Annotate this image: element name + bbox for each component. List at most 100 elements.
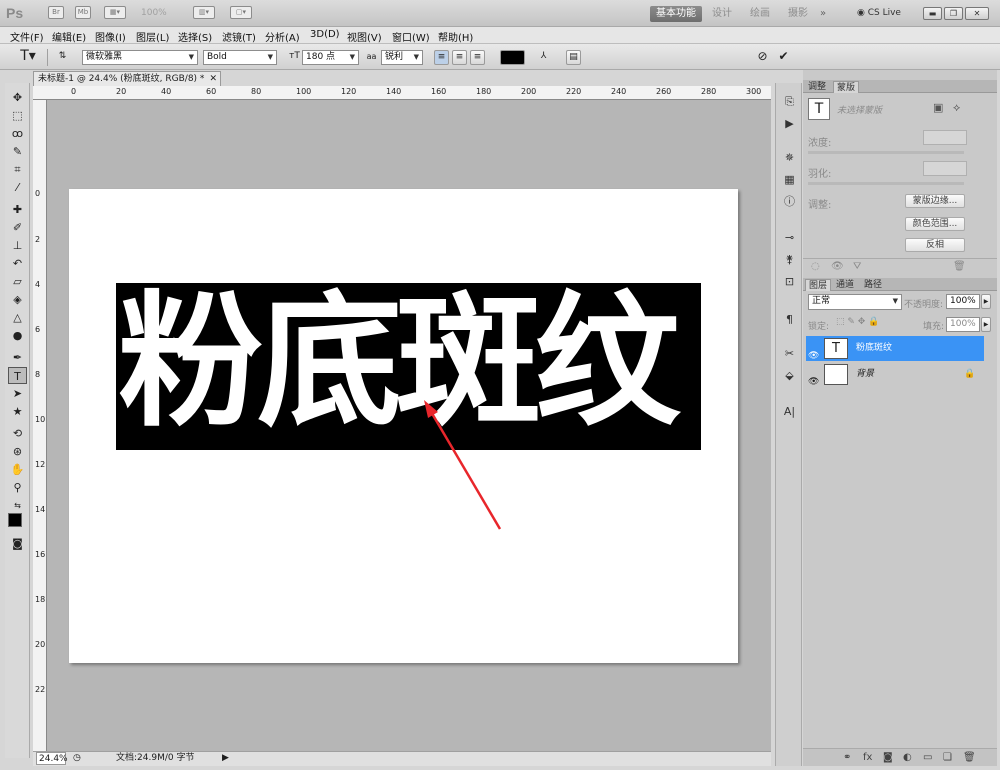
color-icon[interactable]: ✵ (781, 149, 798, 166)
menu-image[interactable]: 图像(I) (95, 29, 126, 44)
tab-channels[interactable]: 通道 (833, 279, 857, 291)
mask-edge-button[interactable]: 蒙版边缘... (905, 194, 965, 208)
eye-icon[interactable]: 👁 (808, 370, 819, 395)
hand-tool-icon[interactable]: ✋ (8, 461, 27, 478)
workspace-painting[interactable]: 绘画 (750, 6, 770, 22)
paint-bucket-tool-icon[interactable]: ◈ (8, 291, 27, 308)
blur-tool-icon[interactable]: △ (8, 309, 27, 326)
status-info-icon[interactable]: ◷ (73, 752, 81, 765)
marquee-tool-icon[interactable]: ⬚ (8, 107, 27, 124)
bridge-icon[interactable]: Br (48, 6, 64, 19)
status-zoom[interactable]: 24.4% (36, 752, 68, 765)
menu-help[interactable]: 帮助(H) (438, 29, 473, 44)
close-icon[interactable]: ✕ (209, 72, 217, 86)
move-tool-icon[interactable]: ✥ (8, 89, 27, 106)
layer-row-text[interactable]: 👁 T 粉底斑纹 (806, 336, 984, 361)
minimize-button[interactable]: ▬ (923, 7, 942, 20)
text-layer-content[interactable]: 粉底斑纹 (116, 283, 701, 450)
menu-layer[interactable]: 图层(L) (136, 29, 169, 44)
dodge-tool-icon[interactable]: ● (8, 327, 27, 344)
character-icon[interactable]: A| (781, 403, 798, 420)
align-center-button[interactable]: ≡ (452, 50, 467, 65)
menu-view[interactable]: 视图(V) (347, 29, 382, 44)
3d-orbit-tool-icon[interactable]: ⊛ (8, 443, 27, 460)
mini-bridge-icon[interactable]: Mb (75, 6, 91, 19)
apply-mask-icon[interactable]: ⛛ (853, 261, 861, 272)
cancel-edit-icon[interactable]: ⊘ (755, 50, 770, 65)
pen-tool-icon[interactable]: ✒ (8, 349, 27, 366)
tab-layers[interactable]: 图层 (805, 279, 832, 291)
layer-row-background[interactable]: 👁 背景 🔒 (806, 362, 984, 387)
workspace-essentials[interactable]: 基本功能 (650, 6, 702, 22)
zoom-tool-icon[interactable]: ⚲ (8, 479, 27, 496)
commit-edit-icon[interactable]: ✔ (776, 50, 791, 65)
info-icon[interactable]: ⓘ (781, 193, 798, 210)
brush-tool-icon[interactable]: ✐ (8, 219, 27, 236)
shape-tool-icon[interactable]: ★ (8, 403, 27, 420)
more-workspaces-icon[interactable]: » (820, 6, 826, 22)
3d-rotate-tool-icon[interactable]: ⟲ (8, 425, 27, 442)
blend-mode-select[interactable]: 正常 ▼ (808, 294, 902, 310)
path-select-tool-icon[interactable]: ➤ (8, 385, 27, 402)
density-slider[interactable] (808, 151, 964, 154)
crop-tool-icon[interactable]: ⌗ (8, 161, 27, 178)
fill-arrow-icon[interactable]: ▶ (981, 317, 991, 332)
trash-icon[interactable]: 🗑 (953, 261, 966, 272)
antialias-select[interactable]: 锐利 ▼ (381, 50, 423, 65)
tab-adjustments[interactable]: 调整 (805, 81, 829, 93)
new-layer-icon[interactable]: ❏ (943, 752, 952, 763)
color-range-button[interactable]: 颜色范围... (905, 217, 965, 231)
history-brush-tool-icon[interactable]: ↶ (8, 255, 27, 272)
cs-live-button[interactable]: ◉ CS Live (857, 8, 901, 18)
adjustment-layer-icon[interactable]: ◐ (903, 752, 912, 763)
opacity-input[interactable]: 100% (946, 294, 980, 309)
eye-icon[interactable]: 👁 (831, 261, 844, 272)
history-icon[interactable]: ⎘ (781, 93, 798, 110)
vector-mask-icon[interactable]: ⟡ (953, 101, 960, 115)
fill-input[interactable]: 100% (946, 317, 980, 332)
document-tab[interactable]: 未标题-1 @ 24.4% (粉底斑纹, RGB/8) * ✕ (33, 71, 221, 86)
view-extras-icon[interactable]: ▦▾ (104, 6, 126, 19)
feather-slider[interactable] (808, 182, 964, 185)
menu-file[interactable]: 文件(F) (10, 29, 44, 44)
density-input[interactable] (923, 130, 967, 145)
close-button[interactable]: ✕ (965, 7, 989, 20)
arrange-documents-icon[interactable]: ▥▾ (193, 6, 215, 19)
character-panel-icon[interactable]: ▤ (566, 50, 581, 65)
clone-source-icon[interactable]: ⚵ (781, 251, 798, 268)
3d-icon[interactable]: ⬙ (781, 367, 798, 384)
new-group-icon[interactable]: ▭ (923, 752, 932, 763)
lock-icons[interactable]: ⬚ ✎ ✥ 🔒 (836, 317, 879, 327)
canvas[interactable]: 粉底斑纹 (69, 189, 738, 663)
trash-icon[interactable]: 🗑 (963, 752, 976, 763)
foreground-color-swatch[interactable] (8, 513, 22, 527)
swatches-icon[interactable]: ▦ (781, 171, 798, 188)
quick-select-tool-icon[interactable]: ✎ (8, 143, 27, 160)
menu-filter[interactable]: 滤镜(T) (222, 29, 256, 44)
swap-colors-icon[interactable]: ⇆ (8, 497, 27, 514)
link-layers-icon[interactable]: ⚭ (843, 752, 851, 763)
feather-input[interactable] (923, 161, 967, 176)
actions-icon[interactable]: ▶ (781, 115, 798, 132)
screen-mode-icon[interactable]: ▢▾ (230, 6, 252, 19)
tool-preset-icon[interactable]: T▾ (14, 49, 42, 65)
brushes-icon[interactable]: ✂ (781, 345, 798, 362)
add-mask-icon[interactable]: ◙ (883, 752, 893, 763)
load-selection-icon[interactable]: ◌ (811, 261, 820, 272)
font-size-select[interactable]: 180 点 ▼ (302, 50, 359, 65)
layer-style-icon[interactable]: fx (863, 752, 872, 763)
pixel-mask-icon[interactable]: ▣ (933, 101, 943, 114)
healing-brush-tool-icon[interactable]: ✚ (8, 201, 27, 218)
restore-button[interactable]: ❐ (944, 7, 963, 20)
workspace-design[interactable]: 设计 (712, 6, 732, 22)
paragraph-icon[interactable]: ¶ (781, 311, 798, 328)
tab-masks[interactable]: 蒙版 (833, 81, 860, 93)
quick-mask-icon[interactable]: ◙ (8, 535, 27, 552)
font-style-select[interactable]: Bold ▼ (203, 50, 277, 65)
opacity-arrow-icon[interactable]: ▶ (981, 294, 991, 309)
status-menu-icon[interactable]: ▶ (222, 752, 229, 765)
zoom-level[interactable]: 100% (141, 8, 167, 18)
invert-button[interactable]: 反相 (905, 238, 965, 252)
brush-presets-icon[interactable]: ⊸ (781, 229, 798, 246)
menu-window[interactable]: 窗口(W) (392, 29, 430, 44)
